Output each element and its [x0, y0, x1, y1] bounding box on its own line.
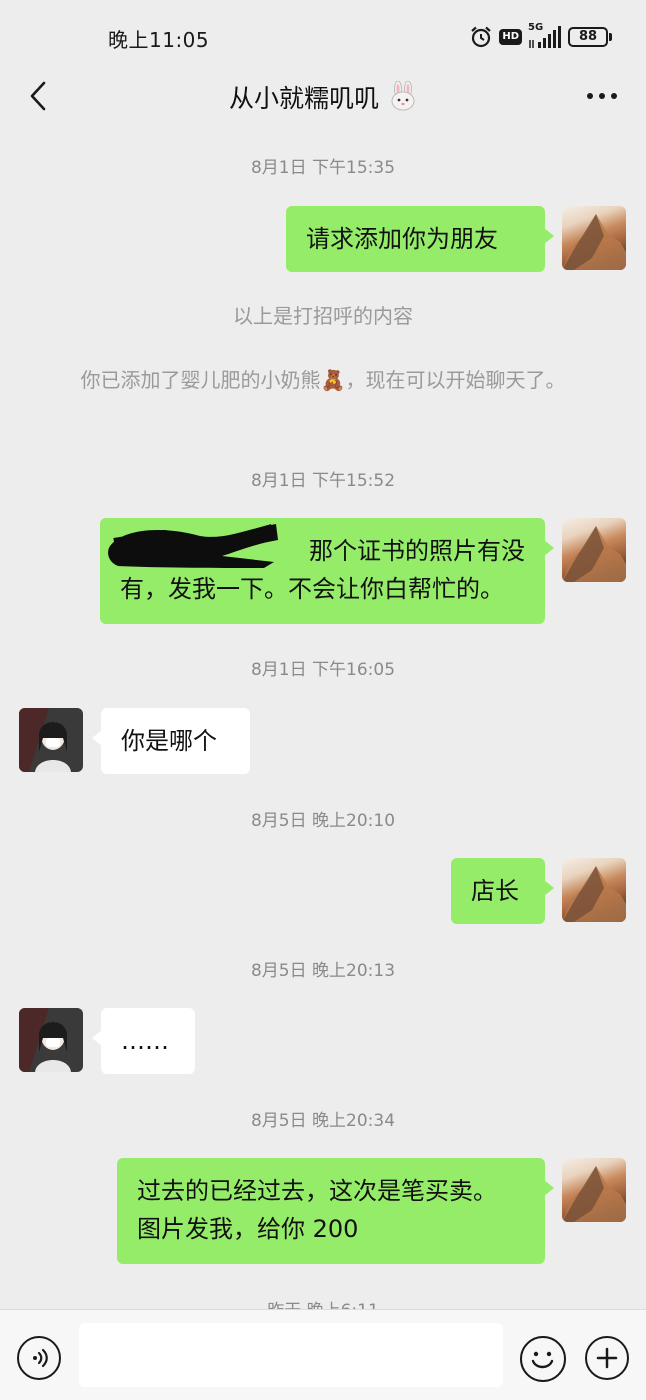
more-dots-icon — [587, 93, 617, 99]
self-avatar[interactable] — [562, 518, 626, 582]
message-text-line: 过去的已经过去，这次是笔买卖。 — [137, 1177, 497, 1205]
received-message-bubble[interactable]: …… — [92, 1008, 195, 1074]
message-text: 你是哪个 — [121, 727, 217, 755]
rabbit-face-icon — [391, 81, 415, 111]
chat-title: 从小就糯叽叽 — [0, 79, 646, 115]
signal-icon: 5G — [528, 22, 562, 50]
message-timestamp: 8月5日 晚上20:34 — [250, 1111, 396, 1131]
system-message: 你已添加了婴儿肥的小奶熊🧸，现在可以开始聊天了。 — [80, 368, 566, 392]
message-text-line: 有，发我一下。不会让你白帮忙的。 — [120, 575, 504, 603]
status-icons: HD 5G 88 — [469, 22, 612, 52]
hd-icon: HD — [499, 29, 522, 45]
message-input[interactable] — [79, 1323, 503, 1387]
contact-avatar[interactable] — [19, 708, 83, 772]
message-timestamp: 8月1日 下午16:05 — [250, 660, 396, 680]
status-bar: 晚上11:05 HD 5G 88 — [0, 0, 646, 68]
plus-icon — [596, 1347, 618, 1369]
sent-message-bubble[interactable]: 请求添加你为朋友 — [286, 206, 554, 272]
message-text: 店长 — [471, 877, 519, 905]
input-bar — [0, 1309, 646, 1400]
plus-button[interactable] — [585, 1336, 629, 1380]
sent-message-bubble[interactable]: 过去的已经过去，这次是笔买卖。 图片发我，给你 200 — [117, 1158, 554, 1264]
chat-title-text: 从小就糯叽叽 — [229, 84, 380, 113]
battery-level: 88 — [568, 27, 608, 47]
message-text: 请求添加你为朋友 — [306, 225, 498, 253]
emoji-button[interactable] — [520, 1336, 566, 1382]
status-time: 晚上11:05 — [108, 28, 210, 52]
message-text: …… — [121, 1027, 169, 1055]
message-text-line: 图片发我，给你 200 — [137, 1215, 359, 1243]
message-timestamp: 8月5日 晚上20:10 — [250, 811, 396, 831]
message-timestamp: 8月1日 下午15:35 — [250, 158, 396, 178]
voice-icon — [33, 1348, 48, 1368]
self-avatar[interactable] — [562, 858, 626, 922]
self-avatar[interactable] — [562, 1158, 626, 1222]
emoji-icon — [531, 1351, 554, 1369]
message-timestamp: 8月5日 晚上20:13 — [250, 961, 396, 981]
more-button[interactable] — [582, 76, 622, 116]
chat-header: 从小就糯叽叽 — [0, 68, 646, 124]
message-timestamp: 8月1日 下午15:52 — [250, 471, 396, 491]
received-message-bubble[interactable]: 你是哪个 — [92, 708, 250, 774]
battery-icon: 88 — [568, 27, 612, 47]
voice-button[interactable] — [17, 1336, 61, 1380]
sent-message-bubble[interactable]: 店长 — [451, 858, 554, 924]
sent-message-bubble[interactable]: 那个证书的照片有没 有，发我一下。不会让你白帮忙的。 — [100, 518, 554, 624]
contact-avatar[interactable] — [19, 1008, 83, 1072]
self-avatar[interactable] — [562, 206, 626, 270]
system-message: 以上是打招呼的内容 — [233, 304, 413, 328]
redaction-scribble — [108, 524, 278, 568]
alarm-icon — [471, 26, 492, 48]
